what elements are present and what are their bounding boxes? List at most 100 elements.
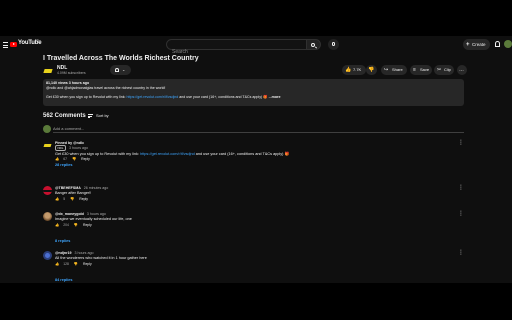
comment-time[interactable]: 26 minutes ago	[84, 186, 109, 190]
more-actions-button[interactable]: …	[457, 65, 467, 75]
comment-thread: Pinned by @ndlc NDL 3 hours ago Get £30 …	[43, 140, 464, 181]
comment-like-count: 5	[63, 197, 66, 201]
thumbs-down-icon[interactable]: 👎	[72, 157, 76, 161]
add-comment-input[interactable]	[53, 125, 464, 133]
comment-time[interactable]: 3 hours ago	[69, 146, 88, 150]
search-icon	[311, 42, 315, 47]
logo-country-code: IN	[36, 38, 39, 42]
comment-actions: 👍 67 👎 Reply	[55, 157, 94, 161]
comment-menu-icon[interactable]: ⋮	[458, 250, 464, 256]
reply-button[interactable]: Reply	[79, 197, 88, 201]
comment-text: All the wonderers who watched it in 1 ho…	[55, 256, 147, 260]
comment-text: Imagine we eventually scheduled our life…	[55, 217, 132, 221]
sort-icon	[88, 114, 93, 118]
bottom-letterbox	[0, 283, 512, 320]
comment-actions: 👍 128 👎 Reply	[55, 262, 96, 266]
comment-author[interactable]: @dx_moneygold	[55, 212, 84, 216]
comment-menu-icon[interactable]: ⋮	[458, 140, 464, 146]
view-replies-button[interactable]: 8 replies	[55, 239, 70, 243]
account-avatar[interactable]	[504, 40, 512, 48]
comment-actions: 👍 204 👎 Reply	[55, 223, 96, 227]
search-button[interactable]	[307, 39, 321, 50]
scissors-icon: ✂	[437, 67, 442, 73]
share-label: Share	[392, 67, 403, 72]
channel-avatar[interactable]	[43, 66, 53, 76]
comment-header: @TBEHEFSMA 26 minutes ago	[55, 186, 108, 190]
thumbs-down-icon: 👎	[368, 67, 375, 73]
comment-actions: 👍 5 👎 Reply	[55, 197, 92, 201]
share-button[interactable]: ↪ Share	[381, 65, 407, 75]
menu-icon[interactable]	[3, 42, 8, 48]
thumbs-up-icon[interactable]: 👍	[55, 197, 59, 201]
top-letterbox	[0, 0, 512, 36]
youtube-watch-page: YouTube IN + Create I Travelled Across T…	[0, 36, 512, 283]
thumbs-up-icon[interactable]: 👍	[55, 157, 59, 161]
comment-time[interactable]: 3 hours ago	[87, 212, 106, 216]
comment-author-avatar[interactable]	[43, 251, 52, 260]
view-replies-button[interactable]: 84 replies	[55, 278, 73, 282]
create-label: Create	[472, 42, 486, 47]
create-button[interactable]: + Create	[463, 39, 490, 50]
promo-text: Get £30 when you sign up to Revolut with…	[46, 95, 127, 99]
save-label: Save	[420, 67, 430, 72]
comment-time[interactable]: 3 hours ago	[74, 251, 93, 255]
more-horizontal-icon: …	[459, 67, 464, 73]
microphone-icon	[332, 41, 335, 46]
comment-text: Get £30 when you sign up to Revolut with…	[55, 151, 455, 156]
promo-link[interactable]: https://get.revolut.com/r/if/vsdjnd	[127, 95, 179, 99]
video-title: I Travelled Across The Worlds Richest Co…	[43, 55, 199, 62]
thumbs-down-icon[interactable]: 👎	[74, 262, 78, 266]
notifications-bell-icon[interactable]	[495, 41, 500, 47]
comment-link[interactable]: https://get.revolut.com/r/if/vsdjnd	[140, 152, 195, 156]
comment-text: Banger after Banger!!	[55, 191, 92, 195]
comments-count: 562 Comments	[43, 113, 86, 119]
subscribed-button[interactable]: ⌄	[110, 65, 131, 75]
comment-thread: @ndjnr19 3 hours ago All the wonderers w…	[43, 250, 464, 283]
share-icon: ↪	[384, 67, 389, 73]
reply-button[interactable]: Reply	[83, 223, 92, 227]
comment-like-count: 67	[63, 157, 68, 161]
comment-menu-icon[interactable]: ⋮	[458, 211, 464, 217]
save-button[interactable]: ≡ Save	[410, 65, 432, 75]
subscriber-count: 4.09M subscribers	[57, 71, 86, 75]
comment-author[interactable]: @TBEHEFSMA	[55, 186, 81, 190]
reply-button[interactable]: Reply	[81, 157, 90, 161]
subscription-bell-icon	[115, 67, 119, 72]
comment-like-count: 204	[63, 223, 69, 227]
description-promo-line: Get £30 when you sign up to Revolut with…	[46, 95, 461, 100]
dislike-button[interactable]: 👎	[366, 65, 377, 75]
clip-button[interactable]: ✂ Clip	[434, 65, 454, 75]
comment-author-avatar[interactable]	[43, 212, 52, 221]
description-box[interactable]: 81,140 views 3 hours ago @ndlc and @ahja…	[43, 79, 464, 106]
masthead: YouTube IN + Create	[0, 36, 512, 57]
save-icon: ≡	[413, 67, 416, 73]
plus-icon: +	[466, 41, 470, 48]
comment-thread: @dx_moneygold 3 hours ago Imagine we eve…	[43, 211, 464, 252]
like-count: 7.7K	[353, 67, 362, 72]
comment-header: @ndjnr19 3 hours ago	[55, 251, 93, 255]
comment-author-avatar[interactable]	[43, 141, 52, 150]
comment-header: @dx_moneygold 3 hours ago	[55, 212, 106, 216]
reply-button[interactable]: Reply	[83, 262, 92, 266]
sort-label: Sort by	[96, 113, 109, 118]
comment-menu-icon[interactable]: ⋮	[458, 185, 464, 191]
comment-author-avatar[interactable]	[43, 186, 52, 195]
thumbs-down-icon[interactable]: 👎	[74, 223, 78, 227]
voice-search-button[interactable]	[328, 39, 339, 50]
comment-author[interactable]: @ndjnr19	[55, 251, 71, 255]
thumbs-up-icon: 👍	[345, 67, 352, 73]
view-replies-button[interactable]: 28 replies	[55, 163, 73, 167]
youtube-logo-icon[interactable]	[10, 42, 17, 47]
search-box[interactable]	[166, 39, 307, 57]
comment-avatar-me	[43, 125, 51, 133]
chevron-down-icon: ⌄	[122, 67, 126, 72]
like-button[interactable]: 👍 7.7K	[342, 65, 366, 75]
thumbs-up-icon[interactable]: 👍	[55, 223, 59, 227]
sort-by-button[interactable]: Sort by	[88, 113, 109, 118]
promo-suffix: and use your card (16+, conditions and T…	[178, 95, 268, 99]
clip-label: Clip	[444, 67, 451, 72]
thumbs-up-icon[interactable]: 👍	[55, 262, 59, 266]
show-more-link[interactable]: ...more	[269, 95, 281, 99]
comment-header: Pinned by @ndlc NDL 3 hours ago	[55, 141, 88, 151]
thumbs-down-icon[interactable]: 👎	[70, 197, 74, 201]
